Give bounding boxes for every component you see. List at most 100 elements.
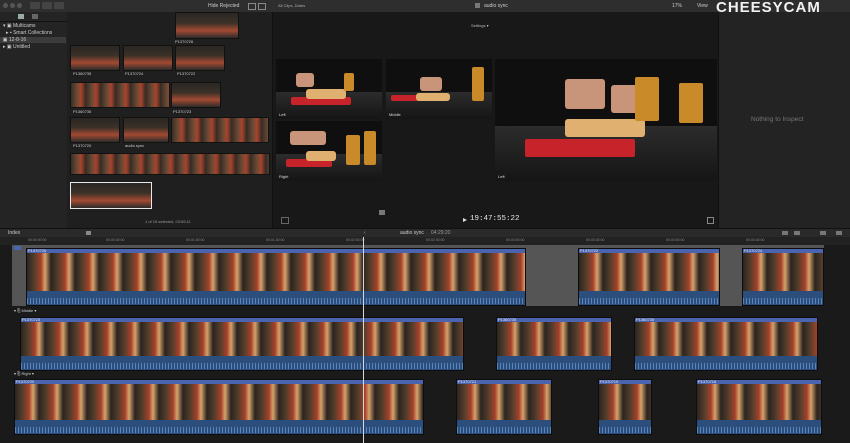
sidebar-item-multicams[interactable]: ▾ ▣ Multicams [3,23,36,29]
multicam-switch-icon[interactable] [379,210,385,215]
cutting-board [525,139,635,157]
hand [290,131,326,145]
clip-filmstrip[interactable] [70,82,170,108]
timeline-clip[interactable]: P1370724 [742,248,824,306]
sandwich [306,89,346,99]
titles-toggle-button[interactable] [54,2,64,9]
browser-status: 1 of 15 selected, 03:59:11 [145,219,191,224]
timeline-clip[interactable]: P1370719 [598,379,652,435]
clip-filmstrip-selected[interactable] [171,117,269,143]
clip-appearance-icon[interactable] [820,231,826,235]
clip-thumbnail[interactable] [175,45,225,71]
clip-label: P1370726 [175,39,194,44]
sidebar-item-label: Smart Collections [13,30,53,36]
angle-viewer-right[interactable]: Right [276,121,382,181]
track-header-middle[interactable]: ▾ ⎘ Middle ▾ [14,308,36,313]
angle-settings-button[interactable]: Settings ▾ [471,23,489,28]
sandwich [565,119,645,137]
clip-thumbnail-selected[interactable] [70,182,152,209]
photos-audio-icon[interactable] [32,14,38,19]
view-popup[interactable]: View [697,3,708,9]
sidebar-item-smart-collections[interactable]: ▸ ▪ Smart Collections [6,30,52,36]
close-window-icon[interactable] [3,3,8,8]
timeline-ruler[interactable]: 00:00:00:00 00:00:30:00 00:01:00:00 00:0… [0,237,850,245]
angle-label: Left [498,174,505,179]
zoom-window-icon[interactable] [17,3,22,8]
clip-label: P1370723 [173,109,192,114]
sidebar-tabs [0,12,67,22]
track-label: Right [21,371,31,376]
ruler-tick: 00:01:00:00 [186,238,205,242]
track-header-right[interactable]: ▾ ⎘ Right ▾ [14,371,34,376]
fullscreen-icon[interactable] [707,217,714,224]
track-label: Middle [21,308,34,313]
hand [565,79,605,109]
chevron-left-icon[interactable]: ‹ [364,230,366,236]
ruler-tick: 00:03:00:00 [506,238,525,242]
inspector-empty-text: Nothing to Inspect [751,116,804,123]
hand [420,77,442,91]
browser-filter-label[interactable]: All Clips, Dates [278,3,305,8]
jar [344,73,354,91]
clip-label: P1370720 [73,143,92,148]
timeline-clip[interactable]: P1370721 [456,379,552,435]
timeline-clip[interactable]: P1370718 [696,379,822,435]
sandwich [306,151,336,161]
play-icon[interactable] [463,218,467,222]
angle-label: Middle [389,112,401,117]
clip-thumbnail[interactable] [70,45,120,71]
clip-title: P1370720 [16,379,35,384]
clip-title: P1370718 [698,379,717,384]
timeline-clip[interactable]: P1360735 [634,317,818,371]
audio-skimming-icon[interactable] [782,231,788,235]
libraries-sidebar: ▾ ▣ Multicams ▸ ▪ Smart Collections ▣ 12… [0,12,68,228]
jar [364,131,376,165]
timeline-clip[interactable]: P1360735 [496,317,612,371]
list-view-icon[interactable] [258,3,266,10]
clip-filmstrip[interactable] [70,153,270,175]
main-viewer-left[interactable]: Left [495,59,717,181]
photos-toggle-button[interactable] [42,2,52,9]
angle-viewer-middle[interactable]: Middle [386,59,492,119]
jar [679,83,703,123]
filter-popup[interactable]: Hide Rejected [208,3,239,9]
index-button[interactable]: Index [8,230,20,236]
playhead[interactable] [363,237,364,443]
ruler-tick: 00:04:00:00 [666,238,685,242]
clip-thumbnail[interactable] [70,117,120,143]
filmstrip-view-icon[interactable] [248,3,256,10]
timeline: P1370726 P1370722 P1370724 ▾ ⎘ Middle ▾ … [0,245,850,443]
zoom-popup[interactable]: 17% [672,3,682,9]
clip-thumbnail[interactable] [175,12,239,39]
angle-badge-icon [14,246,21,250]
angle-label: Right [279,174,289,179]
snapping-icon[interactable] [794,231,800,235]
clip-thumbnail[interactable] [171,82,221,108]
sidebar-item-event-12-8-16[interactable]: ▣ 12-8-16 [0,37,66,43]
clip-label: P1360735 [73,71,92,76]
sidebar-item-untitled[interactable]: ▸ ▣ Untitled [3,44,30,50]
effects-browser-icon[interactable] [836,231,842,235]
arrow-tool-icon[interactable] [86,231,91,235]
clip-thumbnail[interactable] [123,117,169,143]
ruler-tick: 00:01:30:00 [266,238,285,242]
sidebar-item-label: Multicams [13,23,36,29]
clip-title: P1360735 [498,317,517,322]
minimize-window-icon[interactable] [10,3,15,8]
timeline-title: audio sync [400,230,424,236]
clip-browser: P1370726 P1360735 P1370724 P1370722 P136… [67,12,273,228]
angle-viewer-left[interactable]: Left [276,59,382,119]
libraries-icon[interactable] [18,14,24,19]
timeline-clip[interactable]: P1370723 [20,317,464,371]
clip-label: P1360735 [73,109,92,114]
sandwich [416,93,450,101]
clip-thumbnail[interactable] [123,45,173,71]
ruler-tick: 00:00:00:00 [28,238,47,242]
viewer-transform-icon[interactable] [281,217,289,224]
jar [346,135,360,165]
clip-label: audio sync [125,143,145,148]
sidebar-item-label: 12-8-16 [8,37,27,43]
library-toggle-button[interactable] [30,2,40,9]
timeline-clip[interactable]: P1370726 [26,248,526,306]
timeline-clip[interactable]: P1370722 [578,248,720,306]
